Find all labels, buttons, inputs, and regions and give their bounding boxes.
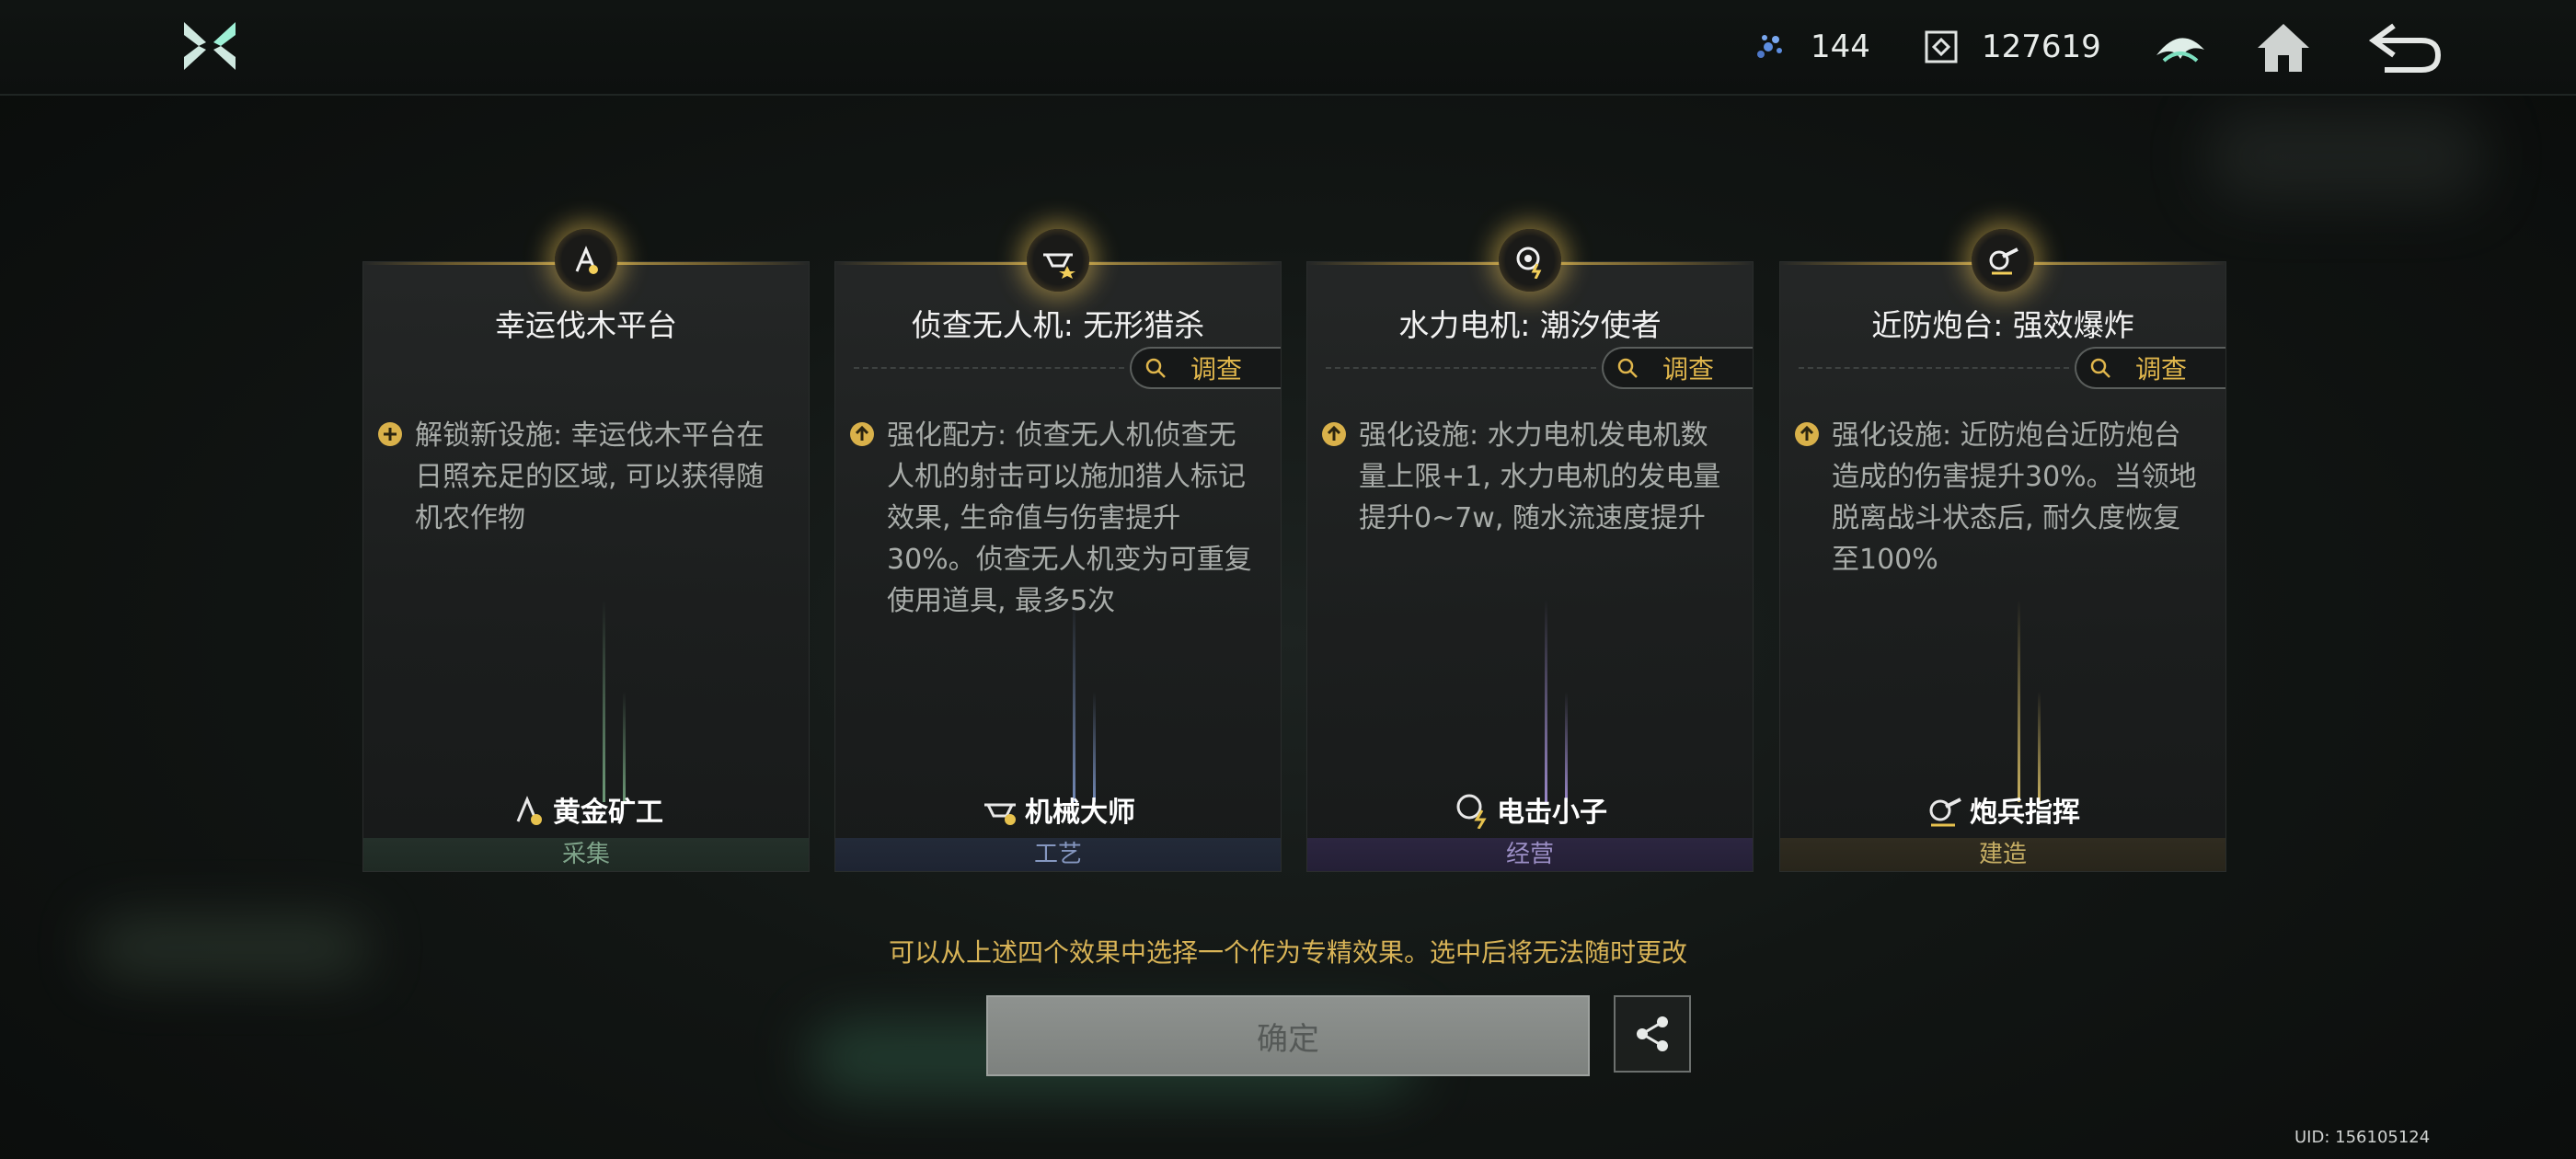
category-bar: 采集 — [363, 838, 809, 871]
card-description: 强化配方: 侦查无人机侦查无人机的射击可以施加猎人标记效果, 生命值与伤害提升3… — [887, 419, 1252, 617]
artillery-commander-icon — [1929, 798, 1961, 827]
hydro-generator-icon — [1499, 229, 1561, 292]
inspect-label: 调查 — [2135, 354, 2188, 384]
upgrade-arrow-icon — [850, 422, 874, 446]
light-beam — [2018, 600, 2020, 802]
crystal-resource: 144 — [1750, 24, 1870, 70]
card-title: 侦查无人机: 无形猎杀 — [911, 307, 1205, 343]
drone-icon — [1027, 229, 1089, 292]
logging-platform-icon — [555, 229, 617, 292]
profession-label: 机械大师 — [835, 788, 1281, 831]
light-beam — [623, 692, 626, 802]
category-label: 建造 — [1978, 841, 2027, 868]
user-id: UID: 156105124 — [2294, 1128, 2431, 1147]
inspect-label: 调查 — [1662, 354, 1715, 384]
light-beam — [1073, 600, 1075, 802]
confirm-label: 确定 — [1257, 1020, 1319, 1058]
card-title: 幸运伐木平台 — [495, 307, 677, 343]
gold-miner-icon — [516, 796, 542, 825]
light-beam — [1565, 692, 1568, 802]
profession-name: 电击小子 — [1497, 797, 1607, 829]
card-title: 水力电机: 潮汐使者 — [1398, 307, 1662, 343]
profession-name: 黄金矿工 — [553, 797, 663, 829]
confirm-button[interactable]: 确定 — [986, 995, 1590, 1076]
inspect-button[interactable]: 调查 — [1130, 347, 1281, 389]
chip-resource: 127619 — [1921, 24, 2101, 70]
faction-icon[interactable] — [2151, 18, 2210, 77]
category-label: 工艺 — [1033, 841, 1082, 868]
inspect-button[interactable]: 调查 — [1602, 347, 1753, 389]
profession-label: 电击小子 — [1307, 788, 1753, 831]
divider — [854, 367, 1124, 369]
effect-card-3[interactable]: 水力电机: 潮汐使者 调查 强化设施: 水力电机发电机数量上限+1, 水力电机的… — [1306, 229, 1754, 872]
crystal-count: 144 — [1811, 29, 1870, 65]
effect-card-2[interactable]: 侦查无人机: 无形猎杀 调查 强化配方: 侦查无人机侦查无人机的射击可以施加猎人… — [834, 229, 1282, 872]
upgrade-arrow-icon — [1795, 422, 1819, 446]
upgrade-arrow-icon — [1322, 422, 1346, 446]
inspect-button[interactable]: 调查 — [2075, 347, 2225, 389]
share-icon — [1637, 1016, 1668, 1051]
category-bar: 经营 — [1307, 838, 1753, 871]
share-button[interactable] — [1614, 995, 1691, 1073]
category-bar: 工艺 — [835, 838, 1281, 871]
profession-name: 机械大师 — [1025, 797, 1135, 829]
light-beam — [1093, 692, 1096, 802]
card-title: 近防炮台: 强效爆炸 — [1871, 307, 2134, 343]
plus-circle-icon — [378, 422, 402, 446]
profession-name: 炮兵指挥 — [1970, 797, 2080, 829]
card-description: 强化设施: 水力电机发电机数量上限+1, 水力电机的发电量提升0~7w, 随水流… — [1359, 419, 1721, 534]
home-icon[interactable] — [2254, 18, 2313, 77]
light-beam — [1545, 600, 1547, 802]
search-icon — [1145, 358, 1166, 378]
background-blur — [2208, 110, 2484, 202]
effect-card-1[interactable]: 幸运伐木平台 解锁新设施: 幸运伐木平台在日照充足的区域, 可以获得随机农作物 … — [362, 229, 810, 872]
light-beam — [603, 600, 605, 802]
game-logo-icon[interactable] — [180, 17, 239, 75]
selection-hint: 可以从上述四个效果中选择一个作为专精效果。选中后将无法随时更改 — [888, 937, 1687, 968]
electric-kid-icon — [1456, 794, 1487, 829]
divider — [1799, 367, 2069, 369]
card-description: 解锁新设施: 幸运伐木平台在日照充足的区域, 可以获得随机农作物 — [415, 419, 765, 534]
category-label: 采集 — [561, 841, 610, 868]
inspect-label: 调查 — [1190, 354, 1243, 384]
profession-label: 炮兵指挥 — [1780, 788, 2225, 831]
mechanic-icon — [984, 803, 1016, 825]
light-beam — [2038, 692, 2041, 802]
chip-count: 127619 — [1982, 29, 2101, 65]
profession-label: 黄金矿工 — [363, 788, 809, 831]
category-bar: 建造 — [1780, 838, 2225, 871]
card-description: 强化设施: 近防炮台近防炮台造成的伤害提升30%。当领地脱离战斗状态后, 耐久度… — [1832, 419, 2197, 576]
chip-icon — [1925, 30, 1958, 63]
top-bar: 144 127619 — [0, 0, 2576, 96]
back-icon[interactable] — [2366, 18, 2444, 77]
turret-icon — [1972, 229, 2034, 292]
search-icon — [1617, 358, 1638, 378]
effect-card-4[interactable]: 近防炮台: 强效爆炸 调查 强化设施: 近防炮台近防炮台造成的伤害提升30%。当… — [1779, 229, 2226, 872]
category-label: 经营 — [1505, 841, 1554, 868]
crystal-icon — [1757, 35, 1782, 58]
divider — [1326, 367, 1596, 369]
search-icon — [2090, 358, 2110, 378]
